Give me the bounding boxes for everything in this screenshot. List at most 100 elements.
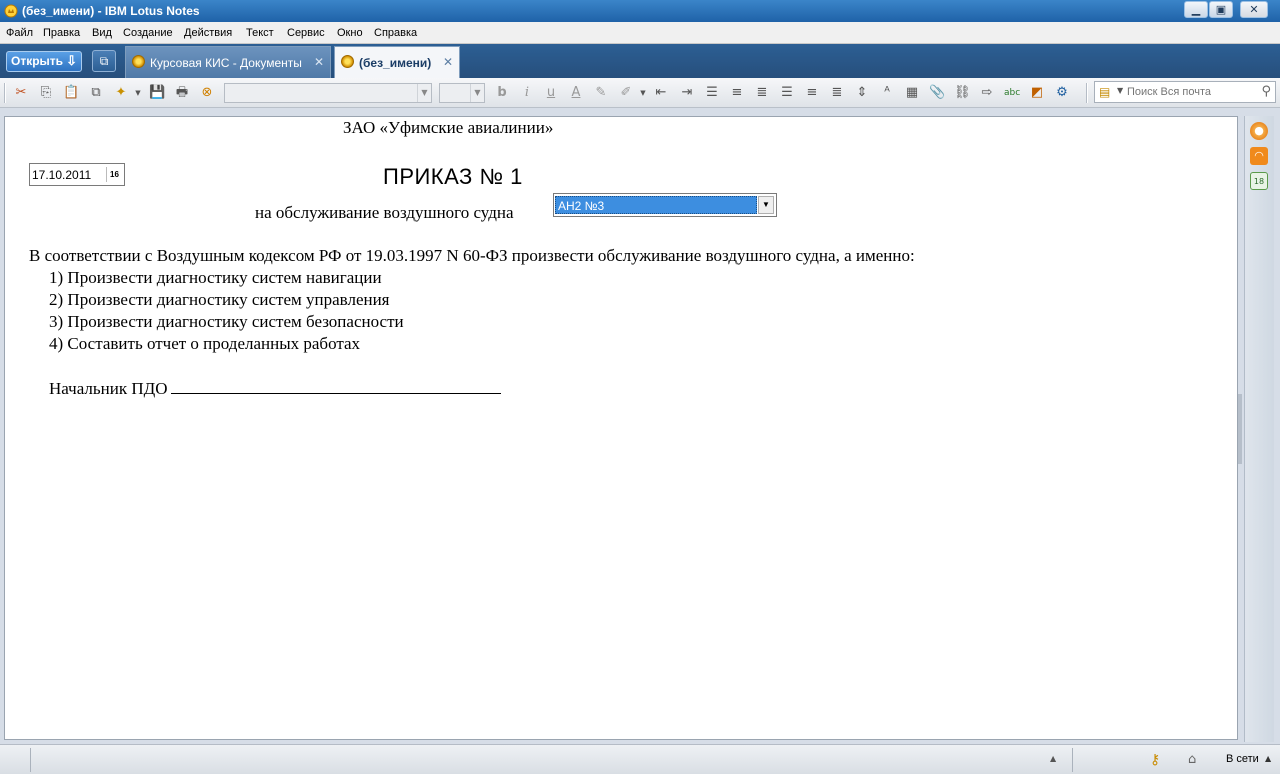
right-sidebar: ● ◠ 18 <box>1244 116 1274 742</box>
key-icon[interactable]: ⚷ <box>1150 752 1160 768</box>
database-icon <box>132 55 145 68</box>
close-icon[interactable]: ✕ <box>443 55 453 69</box>
bold-icon[interactable]: b <box>494 85 510 101</box>
chevron-down-icon[interactable]: ▼ <box>758 196 774 214</box>
line-spacing-icon[interactable]: ⇕ <box>854 85 870 101</box>
status-separator <box>1072 748 1073 772</box>
maximize-button[interactable]: ▣ <box>1209 1 1233 18</box>
toolbar-grip <box>4 83 6 103</box>
table-icon[interactable]: ▦ <box>904 85 920 101</box>
text-color-icon[interactable]: A <box>568 85 584 101</box>
menu-create[interactable]: Создание <box>123 27 173 39</box>
signature-line: Начальник ПДО <box>49 379 502 399</box>
status-separator <box>30 748 31 772</box>
tab-label: (без_имени) <box>359 56 432 70</box>
date-field[interactable]: 16 <box>29 163 125 186</box>
title-bar: (без_имени) - IBM Lotus Notes ▁ ▣ ✕ <box>0 0 1280 22</box>
company-name: ЗАО «Уфимские авиалинии» <box>343 118 554 137</box>
menu-file[interactable]: Файл <box>6 27 33 39</box>
search-icon[interactable]: ⚲ <box>1261 84 1271 99</box>
calendar-icon[interactable]: 16 <box>106 167 122 182</box>
new-dropdown-icon[interactable]: ▼ <box>130 85 146 101</box>
tab-label: Курсовая КИС - Документы <box>150 56 302 70</box>
order-intro: В соответствии с Воздушным кодексом РФ о… <box>29 246 915 265</box>
toolbar-separator <box>1086 83 1088 103</box>
font-name-combo[interactable]: ▼ <box>224 83 432 103</box>
highlight-icon[interactable]: ✎ <box>593 85 609 101</box>
menu-view[interactable]: Вид <box>92 27 112 39</box>
chevron-down-icon[interactable]: ▼ <box>1117 86 1123 95</box>
save-icon[interactable]: 💾 <box>149 85 165 101</box>
print-icon[interactable]: 🖶 <box>174 85 190 101</box>
paste-icon[interactable]: 📋 <box>63 85 79 101</box>
italic-icon[interactable]: i <box>519 85 535 101</box>
location-icon[interactable]: ⌂ <box>1188 752 1196 767</box>
search-box[interactable]: ▤ ▼ ⚲ <box>1094 81 1276 103</box>
styles-icon[interactable]: ᴬ <box>879 85 895 101</box>
feeds-icon[interactable]: ◠ <box>1250 147 1268 165</box>
calendar-day-icon[interactable]: 18 <box>1250 172 1268 190</box>
aircraft-select-value: АН2 №3 <box>555 196 757 214</box>
menu-edit[interactable]: Правка <box>43 27 80 39</box>
menu-text[interactable]: Текст <box>246 27 274 39</box>
sametime-icon[interactable]: ● <box>1250 122 1268 140</box>
document-icon <box>341 55 354 68</box>
chevron-up-icon[interactable]: ▲ <box>1050 754 1056 763</box>
font-size-combo[interactable]: ▼ <box>439 83 485 103</box>
search-input[interactable] <box>1127 84 1251 100</box>
menu-window[interactable]: Окно <box>337 27 363 39</box>
numbered-list-icon[interactable]: ≡ <box>729 85 745 101</box>
search-scope-icon[interactable]: ▤ <box>1099 85 1110 99</box>
align-right-icon[interactable]: ≡ <box>804 85 820 101</box>
highlight-color-icon[interactable]: ✐ <box>618 85 634 101</box>
indent-icon[interactable]: ⇥ <box>679 85 695 101</box>
lotus-notes-icon <box>4 4 18 18</box>
attach-icon[interactable]: 📎 <box>929 85 945 101</box>
status-bar: ▲ ⚷ ⌂ В сети ▲ <box>0 744 1280 774</box>
menu-bar: Файл Правка Вид Создание Действия Текст … <box>0 22 1280 44</box>
outdent-icon[interactable]: ⇤ <box>653 85 669 101</box>
copy-icon[interactable]: ⎘ <box>38 85 54 101</box>
document-body[interactable]: ЗАО «Уфимские авиалинии» 16 ПРИКАЗ № 1 н… <box>5 117 1237 739</box>
order-item-4: 4) Составить отчет о проделанных работах <box>49 334 361 353</box>
chevron-down-icon[interactable]: ▼ <box>417 84 431 102</box>
properties-icon[interactable]: ⚙ <box>1054 85 1070 101</box>
justify-icon[interactable]: ≣ <box>829 85 845 101</box>
format-painter-icon[interactable]: ◩ <box>1029 85 1045 101</box>
new-icon[interactable]: ✦ <box>113 85 129 101</box>
chevron-down-icon[interactable]: ▼ <box>470 84 484 102</box>
tab-untitled[interactable]: (без_имени) ✕ <box>334 46 460 78</box>
bullet-list-icon[interactable]: ☰ <box>704 85 720 101</box>
signature-underline <box>171 380 502 394</box>
sidebar-splitter[interactable] <box>1238 394 1242 464</box>
copy-link-icon[interactable]: ⧉ <box>88 85 104 101</box>
switch-window-button[interactable]: ⧉ <box>92 50 116 72</box>
minimize-button[interactable]: ▁ <box>1184 1 1208 18</box>
tab-course-documents[interactable]: Курсовая КИС - Документы ✕ <box>125 46 331 78</box>
toolbar: ✂ ⎘ 📋 ⧉ ✦ ▼ 💾 🖶 ⊗ ▼ ▼ b i u A ✎ ✐ ▼ ⇤ ⇥ … <box>0 78 1280 108</box>
align-left-icon[interactable]: ≣ <box>754 85 770 101</box>
highlight-dropdown-icon[interactable]: ▼ <box>635 85 651 101</box>
stop-icon[interactable]: ⊗ <box>199 85 215 101</box>
link-icon[interactable]: ⛓ <box>954 85 971 101</box>
menu-help[interactable]: Справка <box>374 27 417 39</box>
menu-tools[interactable]: Сервис <box>287 27 325 39</box>
aircraft-select[interactable]: АН2 №3 ▼ <box>553 193 777 217</box>
online-status[interactable]: В сети <box>1226 753 1259 765</box>
underline-icon[interactable]: u <box>543 85 559 101</box>
insert-icon[interactable]: ⇨ <box>979 85 995 101</box>
open-button[interactable]: Открыть ⇩ <box>6 51 82 72</box>
status-dropdown-icon[interactable]: ▲ <box>1265 754 1271 763</box>
order-subtitle: на обслуживание воздушного судна <box>255 203 514 222</box>
menu-actions[interactable]: Действия <box>184 27 232 39</box>
cut-icon[interactable]: ✂ <box>13 85 29 101</box>
order-item-1: 1) Произвести диагностику систем навигац… <box>49 268 382 287</box>
date-input[interactable] <box>32 167 104 182</box>
spell-check-icon[interactable]: abc <box>1004 85 1020 101</box>
align-center-icon[interactable]: ☰ <box>779 85 795 101</box>
close-icon[interactable]: ✕ <box>314 55 324 69</box>
signature-label: Начальник ПДО <box>49 379 168 398</box>
window-title: (без_имени) - IBM Lotus Notes <box>22 4 200 18</box>
order-item-2: 2) Произвести диагностику систем управле… <box>49 290 390 309</box>
close-button[interactable]: ✕ <box>1240 1 1268 18</box>
